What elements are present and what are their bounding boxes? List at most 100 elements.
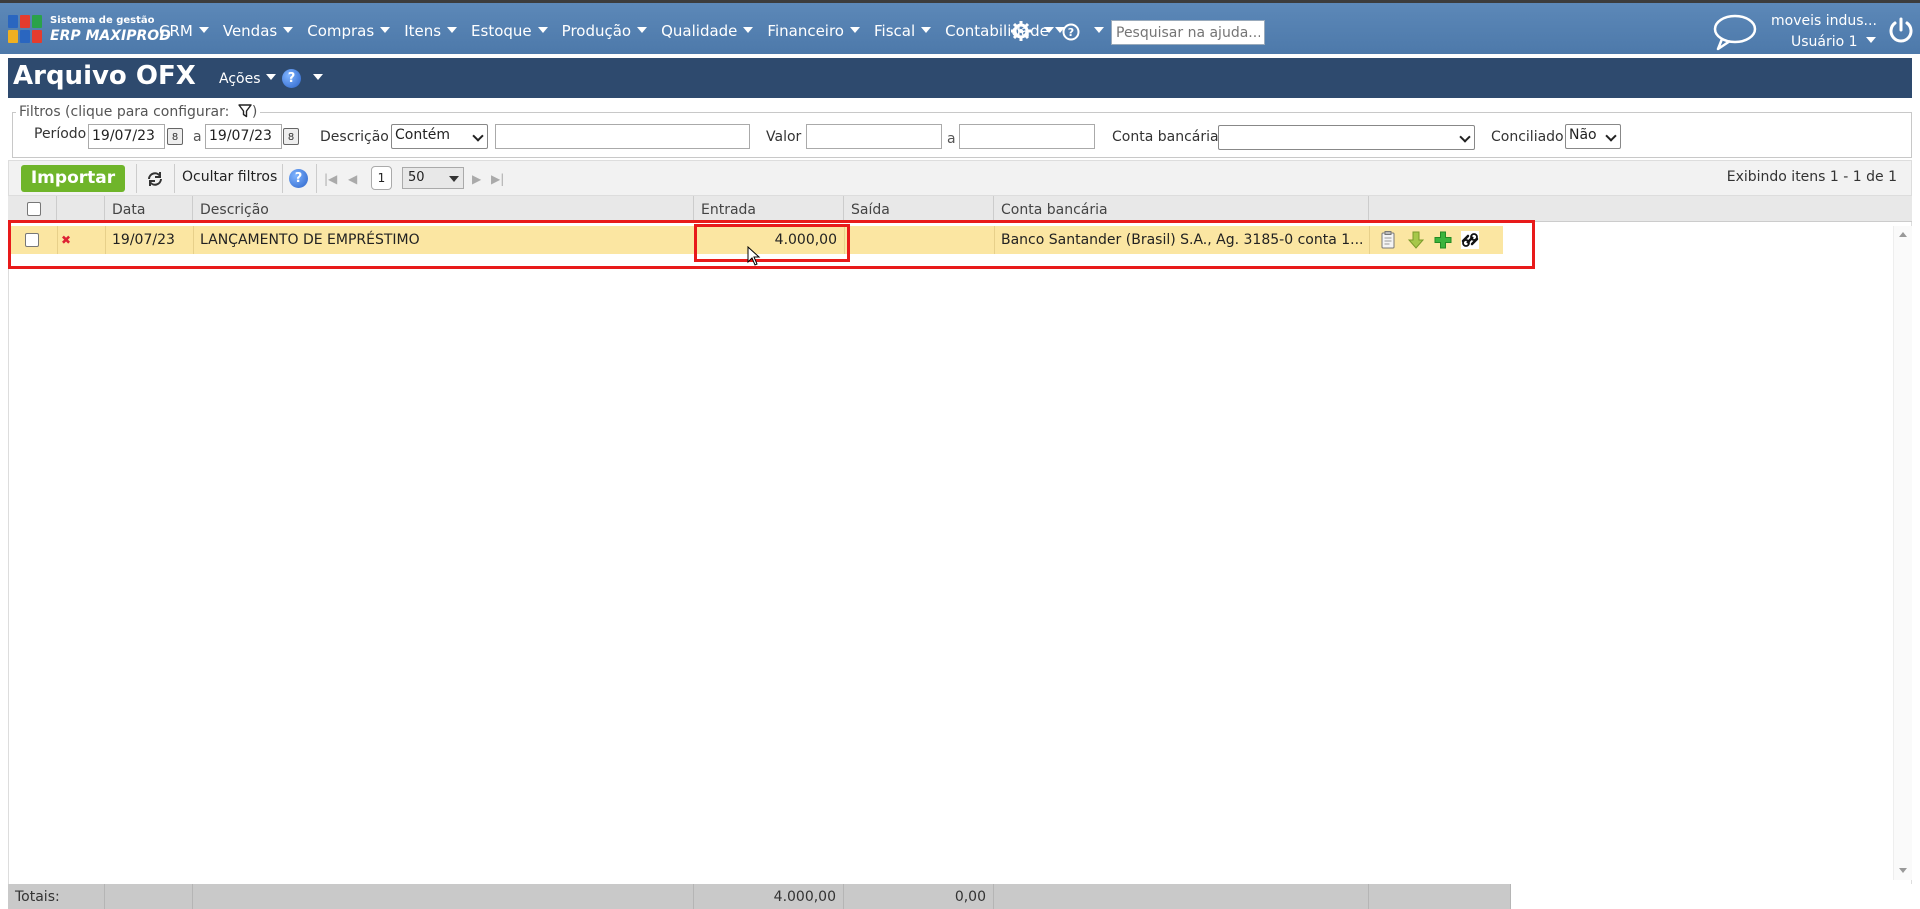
totals-entrada: 4.000,00 <box>694 884 844 909</box>
col-data-header[interactable]: Data <box>105 196 193 222</box>
chat-icon[interactable] <box>1712 13 1758 51</box>
logo-title: ERP MAXIPROD <box>50 28 171 44</box>
help-search-input[interactable] <box>1111 20 1265 45</box>
logo-subtitle: Sistema de gestão <box>50 15 155 26</box>
menu-financeiro[interactable]: Financeiro <box>767 22 860 40</box>
main-menu: CRM Vendas Compras Itens Estoque Produçã… <box>159 22 1079 40</box>
mouse-cursor-icon <box>747 246 761 266</box>
next-page-icon[interactable]: ▶ <box>472 172 481 186</box>
page-help-caret-icon[interactable] <box>313 74 323 80</box>
actions-label: Ações <box>219 71 261 87</box>
chevron-down-icon <box>380 27 391 33</box>
col-saida-header[interactable]: Saída <box>844 196 994 222</box>
totals-desc-cell <box>193 884 694 909</box>
select-all-cell <box>8 196 57 222</box>
grid-toolbar: Importar Ocultar filtros ? |◀ ◀ 1 50 ▶ ▶… <box>8 160 1912 196</box>
first-page-icon[interactable]: |◀ <box>324 172 337 186</box>
chevron-down-icon <box>449 176 459 182</box>
menu-crm[interactable]: CRM <box>159 22 209 40</box>
descricao-label: Descrição <box>320 129 389 145</box>
chevron-down-icon <box>472 130 484 142</box>
grid-help-icon[interactable]: ? <box>289 169 308 188</box>
chevron-down-icon <box>743 27 754 33</box>
date-range-sep: a <box>193 129 202 145</box>
menu-producao[interactable]: Produção <box>562 22 648 40</box>
filters-legend[interactable]: Filtros (clique para configurar: ) <box>16 104 261 120</box>
totals-label: Totais: <box>8 884 105 909</box>
toolbar-divider <box>316 164 317 193</box>
conciliado-select[interactable]: Não <box>1565 124 1621 149</box>
scroll-up-icon[interactable] <box>1899 232 1907 237</box>
actions-menu[interactable]: Ações <box>219 71 276 87</box>
toolbar-divider <box>174 164 175 193</box>
svg-text:?: ? <box>1068 26 1074 39</box>
annotation-cell-highlight <box>694 224 850 262</box>
col-actions-header <box>57 196 105 222</box>
chevron-down-icon <box>1459 131 1471 143</box>
toolbar-divider <box>282 164 283 193</box>
select-all-checkbox[interactable] <box>27 202 41 216</box>
help-caret-icon[interactable] <box>1094 27 1104 33</box>
conta-label: Conta bancária <box>1112 129 1219 145</box>
col-conta-header[interactable]: Conta bancária <box>994 196 1369 222</box>
vertical-scrollbar[interactable] <box>1893 226 1912 880</box>
valor-from-input[interactable] <box>806 124 942 149</box>
chevron-down-icon <box>1605 130 1617 142</box>
import-button[interactable]: Importar <box>21 165 125 192</box>
help-icon[interactable]: ? <box>1062 23 1080 41</box>
totals-date-cell <box>105 884 193 909</box>
prev-page-icon[interactable]: ◀ <box>348 172 357 186</box>
page-title: Arquivo OFX <box>13 61 196 91</box>
menu-vendas[interactable]: Vendas <box>223 22 294 40</box>
company-name[interactable]: moveis indus... <box>1771 13 1877 29</box>
top-navbar: Sistema de gestão ERP MAXIPROD CRM Venda… <box>0 0 1920 54</box>
scroll-down-icon[interactable] <box>1899 868 1907 873</box>
app-logo[interactable]: Sistema de gestão ERP MAXIPROD <box>6 13 171 49</box>
totals-actions-cell <box>1369 884 1511 909</box>
menu-estoque[interactable]: Estoque <box>471 22 548 40</box>
chevron-down-icon <box>283 27 294 33</box>
toolbar-divider <box>136 164 137 193</box>
descricao-mode-select[interactable]: Contém <box>391 124 488 149</box>
grid-body <box>8 222 1912 884</box>
gear-icon[interactable] <box>1011 21 1031 41</box>
date-from-input[interactable]: 19/07/23 <box>88 124 165 149</box>
settings-caret-icon[interactable] <box>1044 27 1054 33</box>
date-to-input[interactable]: 19/07/23 <box>205 124 282 149</box>
hide-filters-button[interactable]: Ocultar filtros <box>182 169 277 185</box>
filter-icon[interactable] <box>238 104 252 118</box>
menu-qualidade[interactable]: Qualidade <box>661 22 754 40</box>
totals-blank <box>1511 884 1912 909</box>
user-name: Usuário 1 <box>1791 34 1858 50</box>
conta-bancaria-select[interactable] <box>1218 125 1475 150</box>
power-icon[interactable] <box>1888 17 1914 43</box>
valor-to-input[interactable] <box>959 124 1095 149</box>
chevron-down-icon <box>537 27 548 33</box>
totals-row: Totais: 4.000,00 0,00 <box>8 884 1912 909</box>
chevron-down-icon <box>637 27 648 33</box>
totals-conta-cell <box>994 884 1369 909</box>
chevron-down-icon <box>1865 37 1876 43</box>
page-number-input[interactable]: 1 <box>371 166 392 190</box>
valor-range-sep: a <box>947 131 956 147</box>
user-menu[interactable]: Usuário 1 <box>1791 34 1876 50</box>
menu-itens[interactable]: Itens <box>404 22 458 40</box>
menu-compras[interactable]: Compras <box>307 22 391 40</box>
refresh-icon[interactable] <box>146 170 164 188</box>
item-count: Exibindo itens 1 - 1 de 1 <box>1726 169 1897 185</box>
menu-fiscal[interactable]: Fiscal <box>874 22 932 40</box>
chevron-down-icon <box>198 27 209 33</box>
last-page-icon[interactable]: ▶| <box>491 172 504 186</box>
valor-label: Valor <box>766 129 802 145</box>
page-help-icon[interactable]: ? <box>282 69 301 88</box>
descricao-input[interactable] <box>495 124 750 149</box>
chevron-down-icon <box>265 74 276 80</box>
totals-saida: 0,00 <box>844 884 994 909</box>
calendar-icon[interactable]: 8 <box>283 128 299 145</box>
calendar-icon[interactable]: 8 <box>167 128 183 145</box>
col-entrada-header[interactable]: Entrada <box>694 196 844 222</box>
page-size-select[interactable]: 50 <box>402 167 464 189</box>
logo-icon <box>8 15 44 45</box>
col-descricao-header[interactable]: Descrição <box>193 196 694 222</box>
chevron-down-icon <box>921 27 932 33</box>
